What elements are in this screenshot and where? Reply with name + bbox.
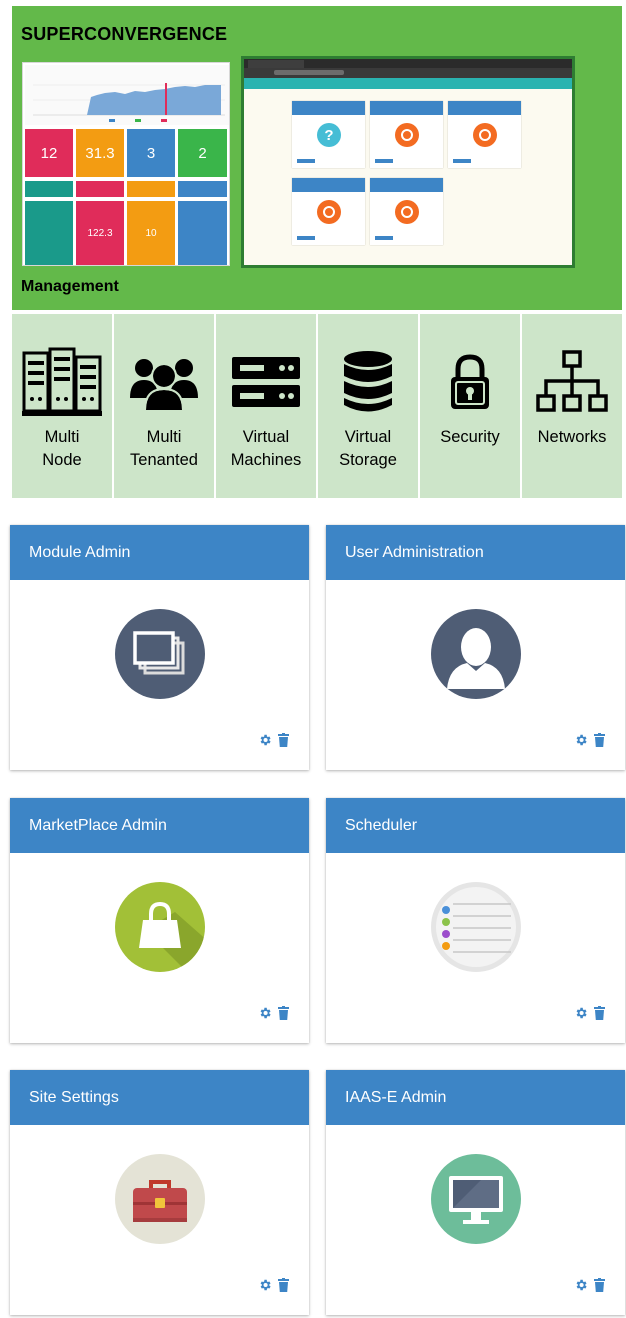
dashboard-strip: [127, 181, 175, 197]
trash-icon[interactable]: [594, 1006, 605, 1020]
feature-label: Virtual Machines: [230, 428, 302, 470]
card-title[interactable]: Module Admin: [10, 525, 309, 580]
feature-label: Multi Node: [42, 428, 82, 470]
dashboard-screenshot: 12 31.3 3 2 122.3 10: [22, 62, 230, 266]
checklist-icon[interactable]: [431, 882, 521, 972]
gear-icon[interactable]: [258, 733, 272, 747]
feature-security: Security: [420, 314, 520, 498]
server-rack-icon: [22, 346, 102, 418]
trash-icon[interactable]: [278, 733, 289, 747]
dashboard-area-chart: [25, 65, 229, 125]
card-title[interactable]: Scheduler: [326, 798, 625, 853]
superconvergence-banner: SUPERCONVERGENCE 12 31.3 3 2 122.3 10 ? …: [12, 6, 622, 310]
banner-footer-title: Management: [21, 278, 119, 295]
gear-icon[interactable]: [574, 1006, 588, 1020]
padlock-icon: [448, 346, 492, 418]
browser-url-text: [274, 70, 344, 75]
gear-icon[interactable]: [258, 1006, 272, 1020]
database-icon: [342, 346, 394, 418]
site-settings-card[interactable]: Site Settings: [10, 1070, 309, 1315]
gear-icon[interactable]: [574, 733, 588, 747]
dashboard-network-panel: [178, 201, 227, 265]
dashboard-strip: [178, 181, 227, 197]
feature-virtual-storage: Virtual Storage: [318, 314, 418, 498]
ubuntu-icon: [395, 200, 419, 224]
feature-multi-tenanted: Multi Tenanted: [114, 314, 214, 498]
feature-label: Multi Tenanted: [130, 428, 198, 470]
server-stack-icon: [230, 346, 302, 418]
trash-icon[interactable]: [278, 1278, 289, 1292]
vm-card: ?: [292, 101, 365, 168]
trash-icon[interactable]: [278, 1006, 289, 1020]
card-title[interactable]: User Administration: [326, 525, 625, 580]
vm-card: [292, 178, 365, 245]
dashboard-strip: [25, 181, 73, 197]
ubuntu-icon: [395, 123, 419, 147]
card-title[interactable]: IAAS-E Admin: [326, 1070, 625, 1125]
feature-label: Virtual Storage: [339, 428, 397, 470]
dashboard-cpu-panel: [25, 201, 73, 265]
help-icon: ?: [317, 123, 341, 147]
marketplace-admin-card[interactable]: MarketPlace Admin: [10, 798, 309, 1043]
ubuntu-icon: [317, 200, 341, 224]
banner-title: SUPERCONVERGENCE: [21, 24, 228, 44]
ubuntu-icon: [473, 123, 497, 147]
browser-screenshot: ?: [241, 56, 575, 268]
windows-icon[interactable]: [115, 609, 205, 699]
trash-icon[interactable]: [594, 733, 605, 747]
user-silhouette-icon[interactable]: [431, 609, 521, 699]
dashboard-tile-storage: 3: [127, 129, 175, 177]
trash-icon[interactable]: [594, 1278, 605, 1292]
gear-icon[interactable]: [574, 1278, 588, 1292]
card-title[interactable]: Site Settings: [10, 1070, 309, 1125]
feature-label: Security: [440, 428, 500, 446]
module-admin-card[interactable]: Module Admin: [10, 525, 309, 770]
vm-card: [448, 101, 521, 168]
dashboard-gauge-cpu: 122.3: [76, 201, 124, 265]
dashboard-tile-memory: 31.3: [76, 129, 124, 177]
dashboard-gauge-memory: 10: [127, 201, 175, 265]
feature-multi-node: Multi Node: [12, 314, 112, 498]
iaas-e-admin-card[interactable]: IAAS-E Admin: [326, 1070, 625, 1315]
dashboard-tile-networks: 2: [178, 129, 227, 177]
user-group-icon: [128, 346, 200, 418]
network-tree-icon: [535, 346, 609, 418]
dashboard-tile-vms: 12: [25, 129, 73, 177]
shopping-bag-icon[interactable]: [115, 882, 205, 972]
user-administration-card[interactable]: User Administration: [326, 525, 625, 770]
card-title[interactable]: MarketPlace Admin: [10, 798, 309, 853]
vm-card: [370, 101, 443, 168]
gear-icon[interactable]: [258, 1278, 272, 1292]
feature-networks: Networks: [522, 314, 622, 498]
browser-app-bar: [244, 78, 572, 89]
browser-tab: [248, 60, 304, 68]
feature-strip: Multi Node Multi Tenanted Virtual Machin…: [12, 314, 622, 498]
monitor-icon[interactable]: [431, 1154, 521, 1244]
dashboard-strip: [76, 181, 124, 197]
toolbox-icon[interactable]: [115, 1154, 205, 1244]
feature-virtual-machines: Virtual Machines: [216, 314, 316, 498]
vm-card: [370, 178, 443, 245]
feature-label: Networks: [537, 428, 607, 446]
scheduler-card[interactable]: Scheduler: [326, 798, 625, 1043]
